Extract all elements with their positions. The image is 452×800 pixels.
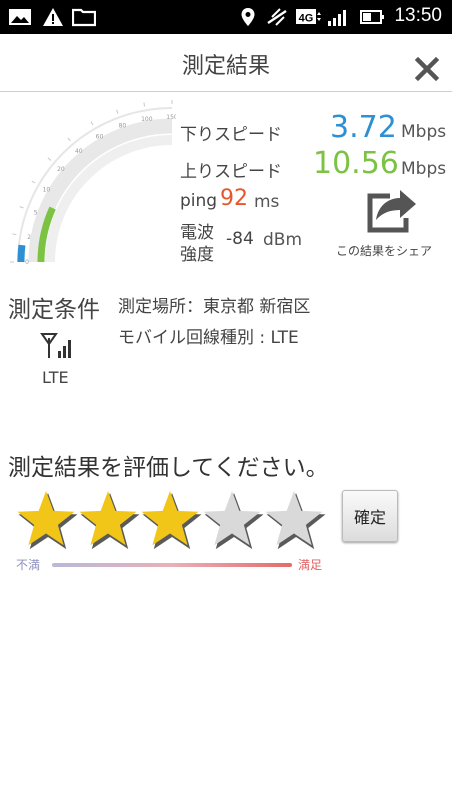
star-filled-icon[interactable] (140, 488, 202, 552)
antenna-signal-icon (40, 333, 71, 358)
gauge-track-inner (45, 135, 173, 263)
vibrate-icon (267, 8, 287, 26)
gauge-tick-label: 60 (96, 133, 104, 140)
ping-label: ping (180, 191, 218, 211)
warning-icon (43, 8, 63, 26)
download-label: 下りスピード (180, 125, 282, 145)
conditions-title: 測定条件 (8, 297, 100, 323)
signal-value: -84 (226, 229, 254, 249)
gauge-tick-label: 2 (27, 234, 31, 241)
gauge-tick-label: 150 (166, 114, 176, 121)
page-title: 測定結果 (181, 54, 270, 79)
gauge-tick-label: 80 (119, 123, 127, 130)
gauge-tick (90, 121, 94, 126)
header: 測定結果 (0, 34, 452, 92)
image-icon (9, 9, 31, 25)
ping-unit: ms (254, 192, 280, 212)
share-icon (367, 190, 416, 233)
download-unit: Mbps (401, 122, 447, 142)
battery-icon (360, 10, 384, 24)
share-label: この結果をシェア (335, 244, 432, 258)
download-value: 3.72 (330, 110, 397, 145)
gauge-tick (19, 206, 24, 209)
gauge-download-fill (17, 244, 26, 263)
star-empty-icon[interactable] (202, 488, 264, 552)
star-rating (16, 488, 336, 554)
confirm-button[interactable]: 確定 (342, 490, 398, 542)
ping-value: 92 (220, 186, 248, 211)
upload-label: 上りスピード (180, 162, 282, 182)
signal-label-line2: 強度 (180, 245, 214, 265)
gauge-tick-label: 40 (75, 148, 83, 155)
gauge-tick-label: 100 (141, 116, 153, 123)
network-label: LTE (42, 368, 69, 387)
signal-icon (328, 10, 346, 26)
gauge-tick-label: 10 (43, 187, 51, 194)
svg-text:4G: 4G (299, 13, 314, 25)
speed-gauge: 0 2 5 10 20 40 60 80 100 150 (10, 100, 176, 266)
upload-unit: Mbps (401, 159, 447, 179)
location-icon (241, 8, 255, 26)
star-filled-icon[interactable] (78, 488, 140, 552)
network-4g-icon: 4G (296, 9, 321, 25)
satisfaction-scale-bar (52, 563, 292, 567)
upload-value: 10.56 (313, 146, 399, 181)
location-text: 測定場所：東京都 新宿区 (118, 297, 311, 317)
gauge-tick-label: 20 (57, 166, 65, 173)
gauge-tick (12, 233, 17, 236)
network-type-text: モバイル回線種別 : LTE (118, 328, 299, 348)
close-icon[interactable] (404, 48, 448, 88)
gauge-tick (143, 102, 146, 107)
rating-prompt: 測定結果を評価してください。 (8, 455, 329, 481)
gauge-tick (67, 137, 71, 142)
gauge-tick (31, 180, 36, 184)
star-filled-icon[interactable] (16, 488, 78, 552)
status-clock: 13:50 (394, 5, 442, 26)
share-button[interactable]: この結果をシェア (328, 180, 440, 266)
scale-low-label: 不満 (16, 558, 41, 572)
gauge-tick (47, 157, 52, 161)
status-bar: 4G 13:50 (0, 0, 452, 34)
gauge-tick (116, 109, 119, 114)
star-empty-icon[interactable] (264, 488, 326, 552)
signal-unit: dBm (263, 230, 303, 250)
gauge-tick-label: 0 (25, 259, 29, 266)
gauge-tick-label: 5 (34, 209, 38, 216)
folder-icon (72, 8, 96, 27)
scale-high-label: 満足 (298, 558, 323, 572)
